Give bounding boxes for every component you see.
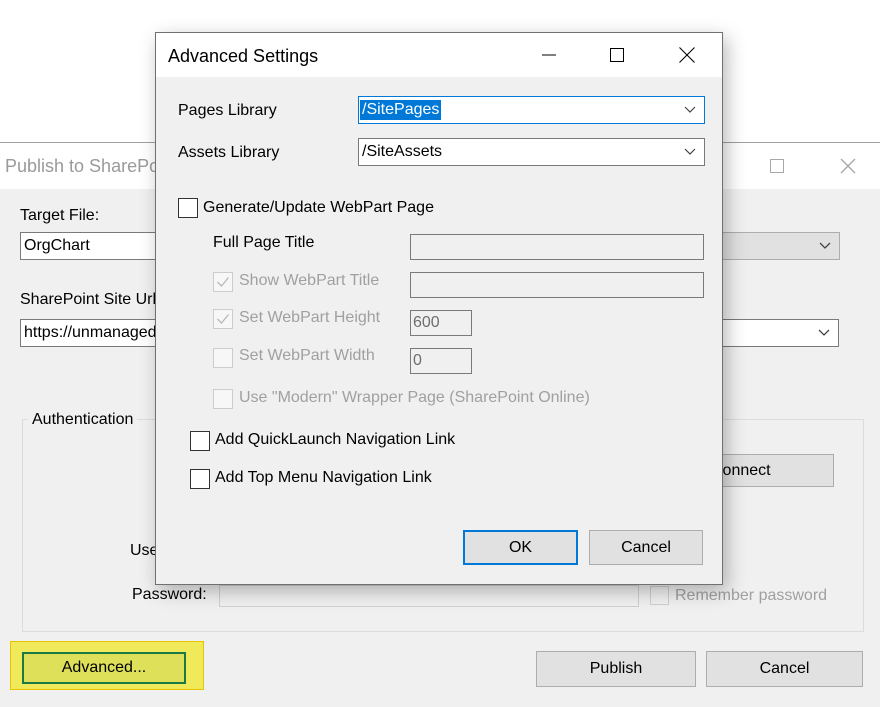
chevron-down-icon bbox=[819, 242, 831, 249]
advanced-button-label: Advanced... bbox=[61, 659, 147, 676]
modal-titlebar: Advanced Settings bbox=[156, 33, 722, 77]
maximize-button[interactable] bbox=[594, 33, 640, 77]
close-button[interactable] bbox=[664, 33, 710, 77]
set-webpart-width-checkbox[interactable] bbox=[213, 348, 233, 368]
pages-library-value: /SitePages bbox=[360, 100, 442, 120]
chevron-down-icon bbox=[684, 106, 696, 113]
quicklaunch-link-checkbox[interactable] bbox=[190, 431, 210, 451]
full-page-title-label: Full Page Title bbox=[213, 234, 315, 251]
publish-button-label: Publish bbox=[589, 660, 643, 677]
parent-maximize-icon[interactable] bbox=[770, 159, 784, 173]
parent-dialog-title: Publish to SharePoint bbox=[5, 156, 179, 176]
top-menu-link-label: Add Top Menu Navigation Link bbox=[215, 469, 432, 486]
checkmark-icon bbox=[217, 277, 230, 287]
pages-library-dropdown[interactable]: /SitePages bbox=[358, 96, 705, 124]
modal-cancel-button[interactable]: Cancel bbox=[589, 530, 703, 565]
minimize-button[interactable] bbox=[526, 33, 572, 77]
parent-cancel-button-label: Cancel bbox=[759, 660, 810, 677]
chevron-down-icon bbox=[818, 329, 830, 336]
pages-library-label: Pages Library bbox=[178, 102, 277, 119]
quicklaunch-link-label: Add QuickLaunch Navigation Link bbox=[215, 431, 456, 448]
modal-title: Advanced Settings bbox=[168, 46, 319, 66]
advanced-settings-dialog: Advanced Settings Pages Library /SitePag… bbox=[155, 32, 723, 585]
generate-webpart-page-label: Generate/Update WebPart Page bbox=[203, 199, 434, 216]
show-webpart-title-checkbox[interactable] bbox=[213, 272, 233, 292]
show-webpart-title-label: Show WebPart Title bbox=[239, 272, 380, 289]
webpart-height-input[interactable]: 600 bbox=[410, 310, 472, 336]
assets-library-value: /SiteAssets bbox=[362, 143, 443, 160]
close-icon bbox=[679, 47, 695, 63]
modern-wrapper-label: Use "Modern" Wrapper Page (SharePoint On… bbox=[239, 389, 590, 406]
parent-close-icon[interactable] bbox=[838, 156, 858, 176]
publish-button[interactable]: Publish bbox=[536, 651, 696, 687]
chevron-down-icon bbox=[684, 148, 696, 155]
show-webpart-title-input[interactable] bbox=[410, 272, 704, 298]
set-webpart-width-label: Set WebPart Width bbox=[239, 347, 375, 364]
remember-password-label: Remember password bbox=[675, 587, 828, 604]
target-file-label: Target File: bbox=[20, 207, 100, 224]
webpart-width-input[interactable]: 0 bbox=[410, 348, 472, 374]
remember-password-checkbox[interactable] bbox=[650, 586, 669, 605]
password-input[interactable] bbox=[219, 585, 639, 607]
authentication-legend: Authentication bbox=[28, 411, 138, 429]
advanced-button[interactable]: Advanced... bbox=[22, 652, 186, 684]
maximize-icon bbox=[610, 48, 624, 62]
modal-cancel-button-label: Cancel bbox=[621, 538, 671, 556]
set-webpart-height-checkbox[interactable] bbox=[213, 309, 233, 329]
checkmark-icon bbox=[217, 314, 230, 324]
parent-cancel-button[interactable]: Cancel bbox=[706, 651, 863, 687]
generate-webpart-page-checkbox[interactable] bbox=[178, 198, 198, 218]
minimize-icon bbox=[542, 54, 556, 56]
ok-button-label: OK bbox=[508, 538, 533, 556]
password-label: Password: bbox=[132, 586, 207, 603]
full-page-title-input[interactable] bbox=[410, 234, 704, 260]
modern-wrapper-checkbox[interactable] bbox=[213, 389, 233, 409]
site-url-label: SharePoint Site Url: bbox=[20, 291, 161, 308]
assets-library-label: Assets Library bbox=[178, 144, 280, 161]
ok-button[interactable]: OK bbox=[463, 530, 578, 565]
top-menu-link-checkbox[interactable] bbox=[190, 469, 210, 489]
set-webpart-height-label: Set WebPart Height bbox=[239, 309, 381, 326]
assets-library-dropdown[interactable]: /SiteAssets bbox=[358, 138, 705, 166]
